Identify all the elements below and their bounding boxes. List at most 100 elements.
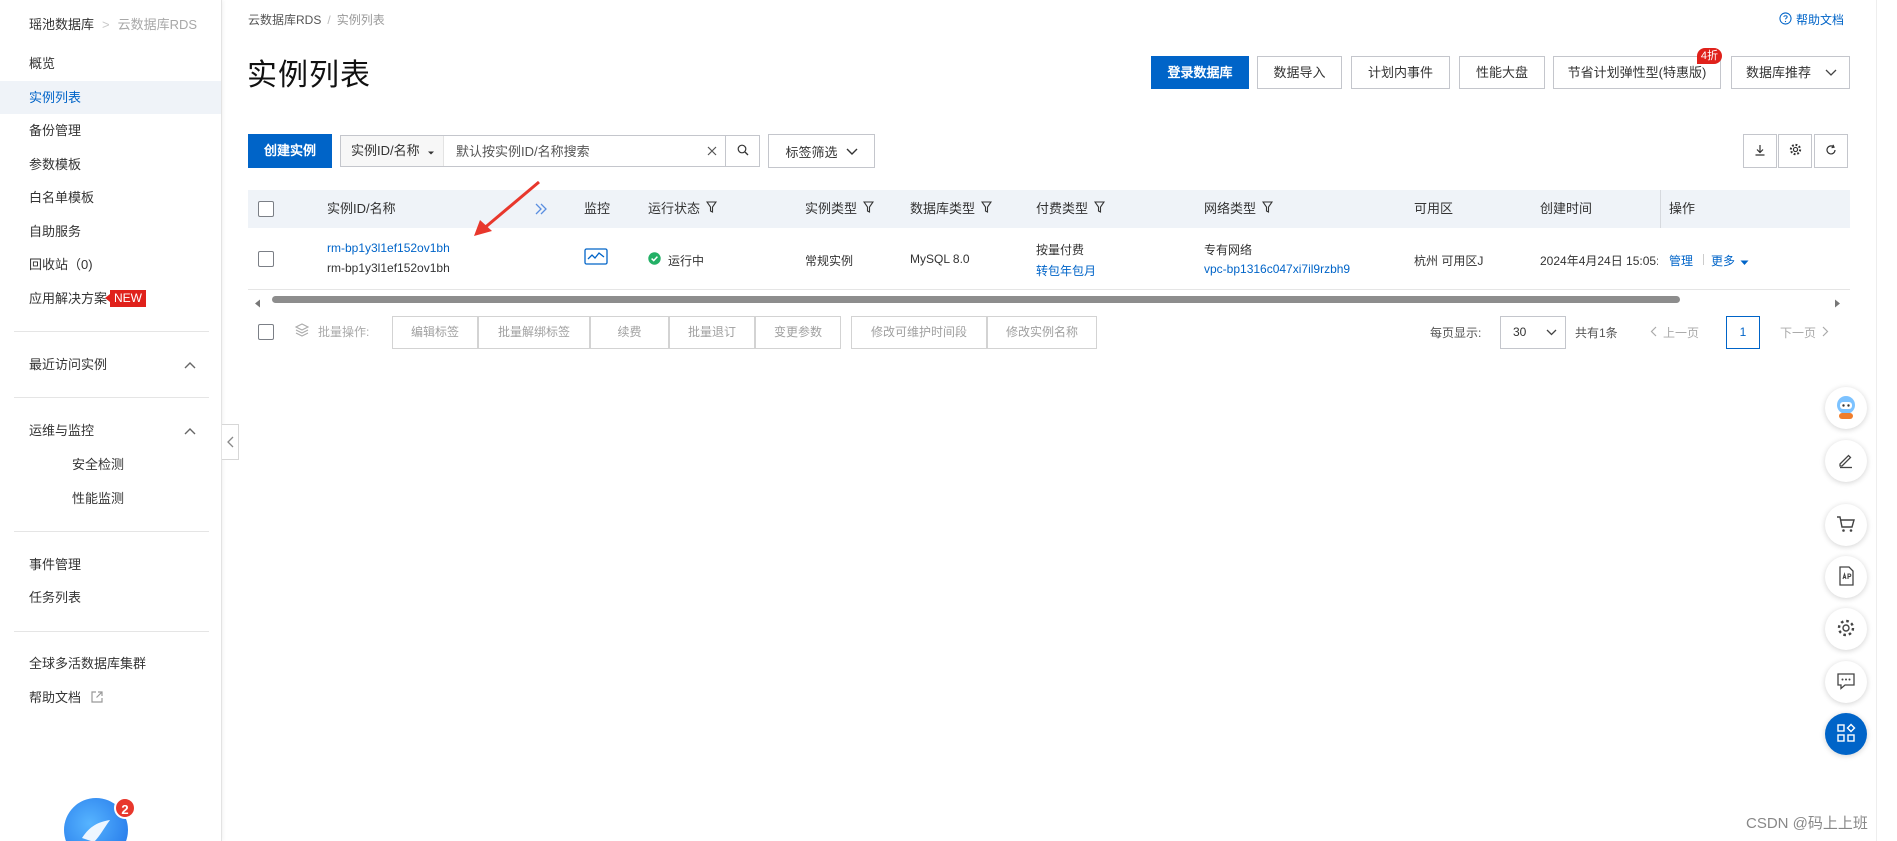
caret-down-icon: [427, 137, 435, 167]
per-page-label: 每页显示:: [1430, 326, 1482, 340]
notification-badge: 2: [114, 797, 136, 819]
sidebar-group-recent[interactable]: 最近访问实例: [0, 348, 221, 381]
col-type[interactable]: 实例类型: [805, 190, 875, 228]
db-recommend-dropdown[interactable]: 数据库推荐: [1731, 56, 1850, 89]
sidebar-item-solutions[interactable]: 应用解决方案 NEW: [0, 282, 221, 315]
edit-tags-button[interactable]: 编辑标签: [392, 316, 478, 349]
sidebar-item-overview[interactable]: 概览: [0, 47, 221, 80]
prev-page-button[interactable]: 上一页: [1650, 324, 1699, 341]
rename-instance-button[interactable]: 修改实例名称: [987, 316, 1097, 349]
col-status[interactable]: 运行状态: [648, 190, 718, 228]
sidebar-item-help-docs[interactable]: 帮助文档: [0, 681, 221, 714]
more-dropdown[interactable]: 更多: [1711, 252, 1749, 269]
vpc-link[interactable]: vpc-bp1316c047xi7il9rzbh9: [1204, 262, 1350, 276]
search-box: 实例ID/名称: [340, 135, 760, 167]
sidebar-item-self-service[interactable]: 自助服务: [0, 215, 221, 248]
message-button[interactable]: [1825, 661, 1867, 703]
tag-filter-label: 标签筛选: [785, 144, 838, 160]
col-billing-label: 付费类型: [1036, 201, 1089, 216]
scrollbar-thumb[interactable]: [272, 296, 1680, 303]
help-docs-link[interactable]: 帮助文档: [1779, 11, 1844, 28]
convert-subscription-link[interactable]: 转包年包月: [1036, 262, 1096, 279]
sidebar-item-events[interactable]: 事件管理: [0, 548, 221, 581]
bulk-select-checkbox[interactable]: [258, 324, 274, 340]
page-number-button[interactable]: 1: [1726, 316, 1760, 349]
filter-icon[interactable]: [705, 190, 718, 228]
instance-name: rm-bp1y3l1ef152ov1bh: [327, 261, 450, 275]
data-import-button[interactable]: 数据导入: [1257, 56, 1342, 89]
filter-icon[interactable]: [980, 190, 993, 228]
clear-icon[interactable]: [699, 136, 725, 166]
saving-plan-button[interactable]: 节省计划弹性型(特惠版) 4折: [1553, 48, 1722, 89]
maintenance-window-button[interactable]: 修改可维护时间段: [851, 316, 987, 349]
sidebar-divider: [14, 397, 209, 398]
sidebar-item-backup[interactable]: 备份管理: [0, 114, 221, 147]
filter-icon[interactable]: [1261, 190, 1274, 228]
horizontal-scrollbar[interactable]: [248, 292, 1850, 308]
col-created: 创建时间: [1540, 201, 1593, 216]
scroll-left-arrow-icon[interactable]: [254, 295, 261, 311]
cart-icon: [1836, 515, 1856, 536]
more-label: 更多: [1711, 254, 1736, 268]
sidebar-item-recycle-bin[interactable]: 回收站（0): [0, 248, 221, 281]
monitor-chart-icon[interactable]: [584, 248, 608, 268]
filter-icon[interactable]: [1093, 190, 1106, 228]
change-params-button[interactable]: 变更参数: [755, 316, 841, 349]
sidebar-item-param-template[interactable]: 参数模板: [0, 148, 221, 181]
sidebar-breadcrumb-root[interactable]: 瑶池数据库: [29, 17, 94, 32]
sidebar-item-tasks[interactable]: 任务列表: [0, 581, 221, 614]
select-all-checkbox[interactable]: [258, 201, 274, 217]
feedback-edit-button[interactable]: [1825, 440, 1867, 482]
filter-icon[interactable]: [862, 190, 875, 228]
col-network[interactable]: 网络类型: [1204, 190, 1274, 228]
col-db-type[interactable]: 数据库类型: [910, 190, 993, 228]
created-time: 2024年4月24日 15:05:: [1540, 254, 1658, 268]
col-monitor: 监控: [584, 201, 611, 216]
sidebar-collapse-button[interactable]: [222, 424, 239, 460]
scroll-right-arrow-icon[interactable]: [1834, 295, 1841, 311]
bulk-unsubscribe-button[interactable]: 批量退订: [669, 316, 755, 349]
login-database-button[interactable]: 登录数据库: [1151, 56, 1249, 89]
perf-dashboard-button[interactable]: 性能大盘: [1459, 56, 1545, 89]
chevron-up-icon: [183, 348, 197, 381]
support-bot-button[interactable]: [1825, 387, 1867, 429]
unbind-tags-button[interactable]: 批量解绑标签: [478, 316, 590, 349]
search-field-select[interactable]: 实例ID/名称: [341, 136, 444, 166]
settings-float-button[interactable]: [1825, 608, 1867, 650]
page-size-select[interactable]: 30: [1500, 316, 1566, 349]
settings-button[interactable]: [1778, 134, 1812, 168]
refresh-button[interactable]: [1814, 134, 1848, 168]
help-docs-label: 帮助文档: [1796, 13, 1845, 27]
sidebar-item-security-check[interactable]: 安全检测: [0, 448, 221, 481]
billing-type: 按量付费: [1036, 243, 1085, 257]
cart-button[interactable]: [1825, 504, 1867, 546]
sidebar-item-instance-list[interactable]: 实例列表: [0, 81, 221, 114]
apps-button[interactable]: [1825, 713, 1867, 755]
sidebar-item-perf-monitor[interactable]: 性能监测: [0, 482, 221, 515]
manage-link[interactable]: 管理: [1669, 252, 1693, 269]
search-input[interactable]: [444, 136, 699, 166]
search-button[interactable]: [725, 136, 759, 166]
api-button[interactable]: [1825, 556, 1867, 598]
row-checkbox[interactable]: [258, 251, 274, 267]
instance-type: 常规实例: [805, 254, 854, 268]
sidebar-group-ops[interactable]: 运维与监控: [0, 414, 221, 447]
renew-button[interactable]: 续费: [590, 316, 669, 349]
search-icon: [737, 143, 749, 159]
search-field-label: 实例ID/名称: [351, 143, 420, 158]
next-page-button[interactable]: 下一页: [1780, 324, 1829, 341]
sidebar-divider: [14, 331, 209, 332]
watermark: CSDN @码上上班: [1746, 815, 1868, 832]
col-billing[interactable]: 付费类型: [1036, 190, 1106, 228]
tag-filter-dropdown[interactable]: 标签筛选: [768, 134, 875, 168]
planned-events-button[interactable]: 计划内事件: [1351, 56, 1450, 89]
robot-assistant-icon: [1831, 392, 1861, 425]
sidebar-item-global-cluster[interactable]: 全球多活数据库集群: [0, 647, 221, 680]
col-type-label: 实例类型: [805, 201, 858, 216]
download-button[interactable]: [1743, 134, 1777, 168]
create-instance-button[interactable]: 创建实例: [248, 134, 332, 168]
chevron-down-icon: [1825, 57, 1837, 99]
instance-id-link[interactable]: rm-bp1y3l1ef152ov1bh: [327, 241, 450, 255]
sidebar-item-whitelist-template[interactable]: 白名单模板: [0, 181, 221, 214]
breadcrumb-root[interactable]: 云数据库RDS: [248, 13, 321, 27]
